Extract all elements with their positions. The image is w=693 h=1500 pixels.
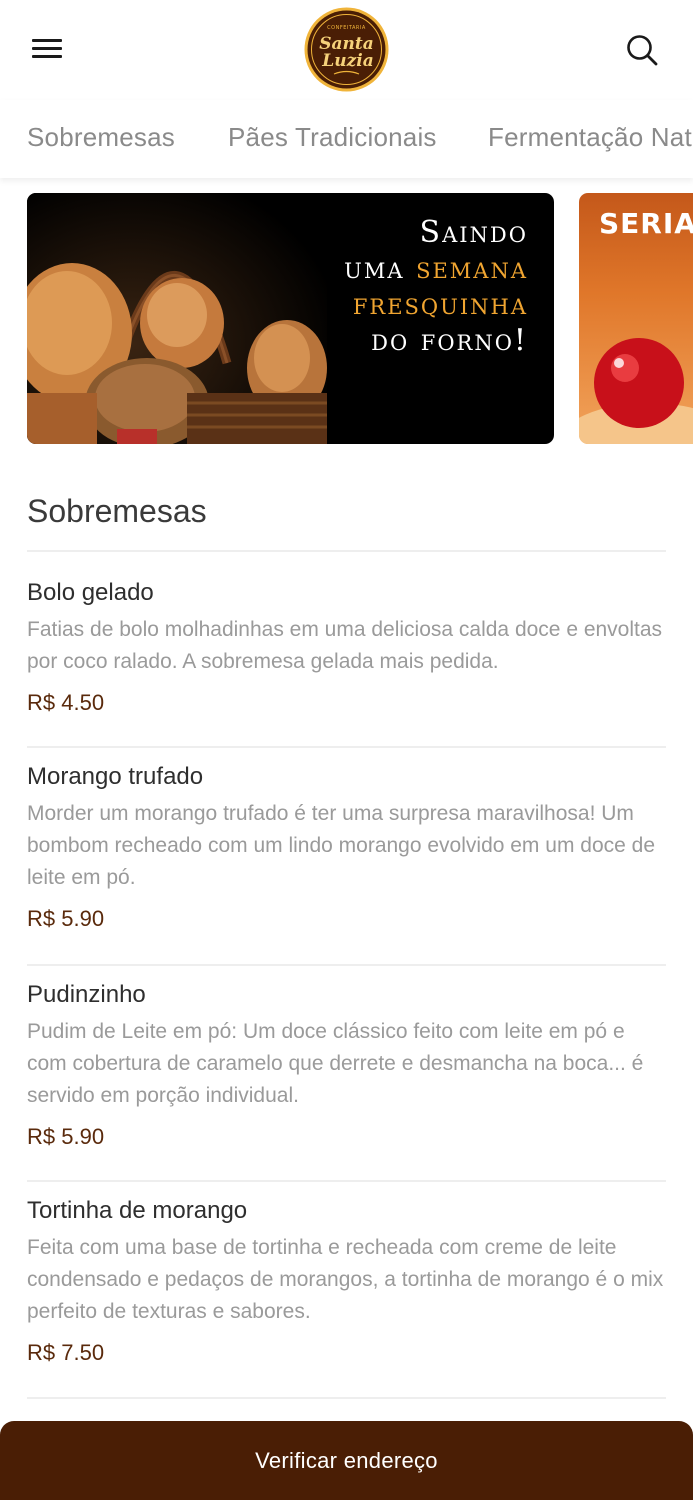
item-description: Feita com uma base de tortinha e rechead…: [27, 1236, 664, 1323]
item-price: R$ 7.50: [27, 1340, 105, 1365]
banner-line-2b: semana: [416, 251, 528, 286]
svg-text:CONFEITARIA: CONFEITARIA: [327, 25, 366, 31]
item-description: Morder um morango trufado é ter uma surp…: [27, 802, 656, 889]
banner-line-1: Saindo: [419, 215, 528, 250]
menu-bar: [32, 47, 62, 50]
banner-line-2a: uma: [344, 251, 417, 286]
banner-line-4: do forno!: [371, 323, 528, 358]
item-name: Bolo gelado: [27, 579, 154, 606]
app-header: CONFEITARIA Santa Luzia: [0, 0, 693, 100]
hamburger-menu-icon[interactable]: [27, 30, 67, 70]
promo-banner-bread[interactable]: Saindo uma semana fresquinha do forno!: [27, 193, 554, 444]
banner-line-3: fresquinha: [352, 287, 528, 322]
banner-line-2: uma semana: [344, 251, 528, 287]
section-title: Sobremesas: [27, 493, 207, 529]
svg-text:Luzia: Luzia: [321, 51, 373, 71]
candy-apple-image: [579, 338, 693, 444]
menu-bar: [32, 55, 62, 58]
menu-item-pudinzinho[interactable]: Pudinzinho Pudim de Leite em pó: Um doce…: [27, 978, 667, 1152]
menu-item-morango-trufado[interactable]: Morango trufado Morder um morango trufad…: [27, 760, 667, 934]
banner-headline: Saindo uma semana fresquinha do forno!: [344, 215, 528, 359]
promo-banner-second[interactable]: SERIA: [579, 193, 693, 444]
bread-basket-image: [27, 193, 327, 444]
tab-paes-tradicionais[interactable]: Pães Tradicionais: [228, 122, 437, 153]
divider: [27, 550, 666, 552]
item-description: Pudim de Leite em pó: Um doce clássico f…: [27, 1020, 644, 1107]
item-price: R$ 5.90: [27, 1124, 105, 1149]
category-tabs: Sobremesas Pães Tradicionais Fermentação…: [0, 100, 693, 178]
divider: [27, 1180, 666, 1182]
item-description: Fatias de bolo molhadinhas em uma delici…: [27, 618, 663, 673]
tab-fermentacao-natural[interactable]: Fermentação Nat: [488, 122, 692, 153]
search-icon[interactable]: [620, 28, 664, 72]
divider: [27, 746, 666, 748]
menu-item-bolo-gelado[interactable]: Bolo gelado Fatias de bolo molhadinhas e…: [27, 576, 667, 718]
item-name: Pudinzinho: [27, 981, 146, 1008]
item-price: R$ 4.50: [27, 690, 105, 715]
item-price: R$ 5.90: [27, 906, 105, 931]
item-name: Morango trufado: [27, 763, 204, 790]
santa-luzia-logo[interactable]: CONFEITARIA Santa Luzia: [304, 7, 389, 92]
verify-address-button[interactable]: Verificar endereço: [0, 1421, 693, 1500]
divider: [27, 1397, 666, 1399]
divider: [27, 964, 666, 966]
item-name: Tortinha de morango: [27, 1197, 248, 1224]
menu-bar: [32, 39, 62, 42]
tab-sobremesas[interactable]: Sobremesas: [27, 122, 175, 153]
menu-item-tortinha-de-morango[interactable]: Tortinha de morango Feita com uma base d…: [27, 1194, 667, 1368]
